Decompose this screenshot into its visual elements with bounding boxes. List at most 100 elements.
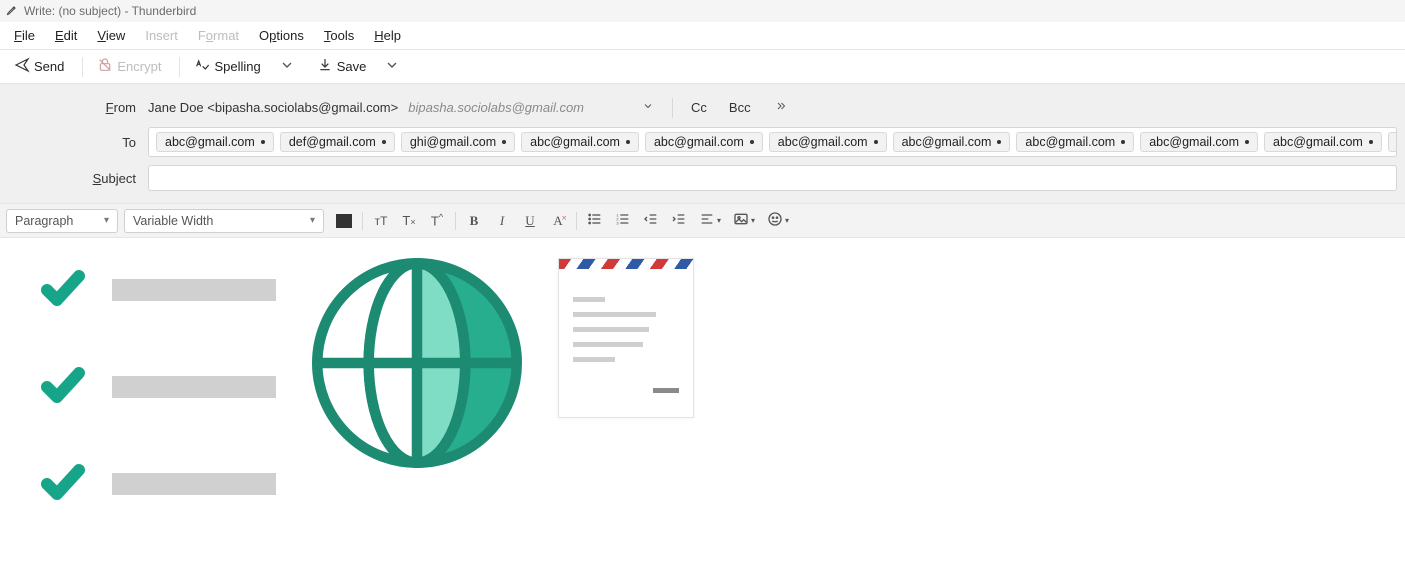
menu-view[interactable]: View xyxy=(87,24,135,47)
chevron-down-icon xyxy=(384,57,404,76)
save-button[interactable]: Save xyxy=(309,53,375,80)
recipient-chip[interactable]: abc@gmail.com xyxy=(769,132,887,152)
recipient-chip[interactable]: abc@gmail.com xyxy=(1140,132,1258,152)
from-value: Jane Doe <bipasha.sociolabs@gmail.com> xyxy=(148,100,398,115)
toolbar-separator xyxy=(179,57,180,77)
encrypt-icon xyxy=(97,57,117,76)
align-icon xyxy=(699,211,715,230)
window-title: Write: (no subject) - Thunderbird xyxy=(24,4,196,18)
encrypt-button[interactable]: Encrypt xyxy=(89,53,169,80)
recipient-chip[interactable]: abc@gmail.com xyxy=(1388,132,1397,152)
remove-chip-icon[interactable] xyxy=(261,140,265,144)
font-size-reset-button[interactable]: T× xyxy=(396,209,422,233)
recipient-chip[interactable]: abc@gmail.com xyxy=(156,132,274,152)
from-identity: bipasha.sociolabs@gmail.com xyxy=(408,100,584,115)
chevron-double-right-icon xyxy=(773,100,789,115)
font-family-value: Variable Width xyxy=(133,214,213,228)
menu-insert[interactable]: Insert xyxy=(135,24,188,47)
remove-chip-icon[interactable] xyxy=(382,140,386,144)
spelling-dropdown[interactable] xyxy=(273,53,305,80)
font-size-increase-button[interactable]: T^ xyxy=(424,209,450,233)
recipient-chip[interactable]: def@gmail.com xyxy=(280,132,395,152)
font-family-select[interactable]: Variable Width ▾ xyxy=(124,209,324,233)
menu-help[interactable]: Help xyxy=(364,24,411,47)
chevron-down-icon xyxy=(279,57,299,76)
bold-button[interactable]: B xyxy=(461,209,487,233)
recipient-chip[interactable]: abc@gmail.com xyxy=(645,132,763,152)
remove-chip-icon[interactable] xyxy=(750,140,754,144)
subject-input[interactable] xyxy=(148,165,1397,191)
font-size-decrease-button[interactable]: ᴛT xyxy=(368,209,394,233)
checkmark-icon xyxy=(30,458,96,509)
spelling-icon xyxy=(194,57,214,76)
letter-line xyxy=(573,312,656,317)
menu-format[interactable]: Format xyxy=(188,24,249,47)
to-field[interactable]: abc@gmail.com def@gmail.com ghi@gmail.co… xyxy=(148,127,1397,157)
letter-graphic xyxy=(558,258,694,418)
block-style-select[interactable]: Paragraph ▾ xyxy=(6,209,118,233)
insert-emoji-button[interactable]: ▾ xyxy=(762,209,794,233)
remove-format-button[interactable]: A× xyxy=(545,209,571,233)
toolbar-separator xyxy=(82,57,83,77)
underline-button[interactable]: U xyxy=(517,209,543,233)
remove-chip-icon[interactable] xyxy=(1245,140,1249,144)
recipient-chip[interactable]: abc@gmail.com xyxy=(1264,132,1382,152)
recipient-chip[interactable]: abc@gmail.com xyxy=(521,132,639,152)
subject-row: Subject xyxy=(0,161,1405,195)
insert-image-button[interactable]: ▾ xyxy=(728,209,760,233)
pencil-icon xyxy=(6,4,24,19)
font-reset-icon: T× xyxy=(402,213,415,228)
chevron-down-icon: ▾ xyxy=(104,215,109,226)
formatting-toolbar: Paragraph ▾ Variable Width ▾ ᴛT T× T^ B … xyxy=(0,204,1405,238)
from-dropdown[interactable] xyxy=(634,96,662,119)
remove-chip-icon[interactable] xyxy=(1369,140,1373,144)
remove-chip-icon[interactable] xyxy=(874,140,878,144)
indent-button[interactable] xyxy=(666,209,692,233)
send-button[interactable]: Send xyxy=(6,53,72,80)
main-toolbar: Send Encrypt Spelling Save xyxy=(0,50,1405,84)
checklist-graphic xyxy=(30,258,276,509)
separator xyxy=(672,98,673,118)
remove-chip-icon[interactable] xyxy=(997,140,1001,144)
underline-icon: U xyxy=(525,213,534,229)
chevron-down-icon: ▾ xyxy=(310,215,315,226)
message-body[interactable] xyxy=(0,238,1405,568)
menu-edit[interactable]: Edit xyxy=(45,24,87,47)
checkmark-icon xyxy=(30,361,96,412)
remove-chip-icon[interactable] xyxy=(626,140,630,144)
remove-chip-icon[interactable] xyxy=(502,140,506,144)
letter-line xyxy=(573,327,649,332)
remove-chip-icon[interactable] xyxy=(1121,140,1125,144)
numbered-list-button[interactable]: 123 xyxy=(610,209,636,233)
outdent-button[interactable] xyxy=(638,209,664,233)
spelling-button[interactable]: Spelling xyxy=(186,53,268,80)
checklist-item xyxy=(30,264,276,315)
recipient-chip[interactable]: abc@gmail.com xyxy=(1016,132,1134,152)
block-style-value: Paragraph xyxy=(15,214,73,228)
bold-icon: B xyxy=(470,213,479,229)
cc-button[interactable]: Cc xyxy=(683,96,715,119)
separator xyxy=(362,212,363,230)
bcc-button[interactable]: Bcc xyxy=(721,96,759,119)
separator xyxy=(455,212,456,230)
save-dropdown[interactable] xyxy=(378,53,410,80)
recipient-chip[interactable]: abc@gmail.com xyxy=(893,132,1011,152)
menu-file[interactable]: File xyxy=(4,24,45,47)
spelling-label: Spelling xyxy=(214,59,260,74)
image-icon xyxy=(733,211,749,230)
encrypt-label: Encrypt xyxy=(117,59,161,74)
menu-options[interactable]: Options xyxy=(249,24,314,47)
placeholder-bar xyxy=(112,279,276,301)
emoji-icon xyxy=(767,211,783,230)
svg-text:3: 3 xyxy=(616,220,619,225)
recipient-chip[interactable]: ghi@gmail.com xyxy=(401,132,515,152)
menu-tools[interactable]: Tools xyxy=(314,24,364,47)
more-recipients-button[interactable] xyxy=(765,96,797,119)
from-label: From xyxy=(8,100,148,115)
to-label: To xyxy=(8,135,148,150)
align-button[interactable]: ▾ xyxy=(694,209,726,233)
bullet-list-button[interactable] xyxy=(582,209,608,233)
title-bar: Write: (no subject) - Thunderbird xyxy=(0,0,1405,22)
italic-button[interactable]: I xyxy=(489,209,515,233)
text-color-button[interactable] xyxy=(331,209,357,233)
